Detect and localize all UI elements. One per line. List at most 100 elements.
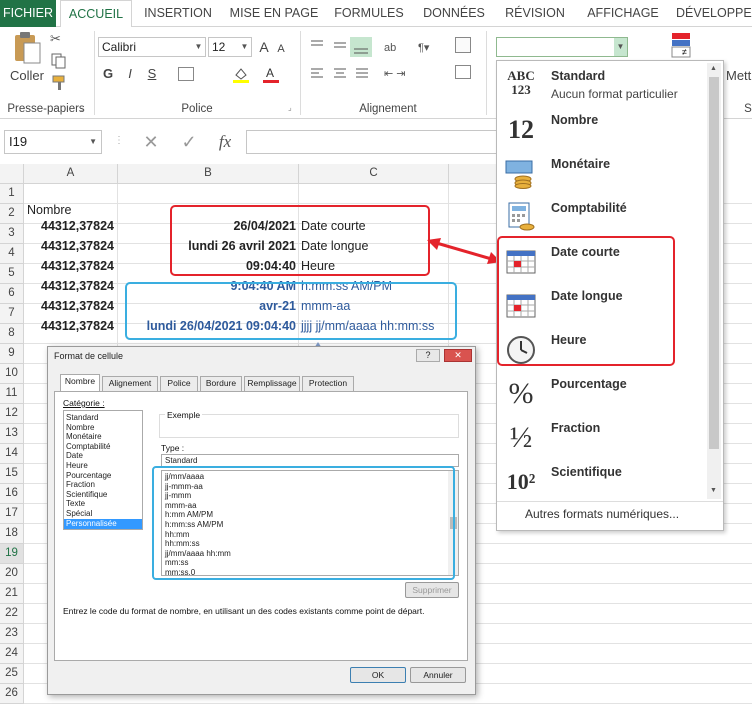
paste-icon[interactable] <box>12 31 42 65</box>
row-header-16[interactable]: 16 <box>0 484 24 504</box>
tab-affichage[interactable]: AFFICHAGE <box>582 0 664 27</box>
close-button[interactable]: ✕ <box>444 349 472 362</box>
row-header-1[interactable]: 1 <box>0 184 24 204</box>
insert-function-icon[interactable]: fx <box>212 130 238 154</box>
more-formats-link[interactable]: Autres formats numériques... <box>497 507 707 521</box>
column-header-b[interactable]: B <box>118 164 299 184</box>
category-item[interactable]: Nombre <box>66 423 94 433</box>
cell-a5[interactable]: 44312,37824 <box>24 256 114 276</box>
help-button[interactable]: ? <box>416 349 440 362</box>
row-header-25[interactable]: 25 <box>0 664 24 684</box>
dialog-tab-nombre[interactable]: Nombre <box>60 374 100 392</box>
row-header-12[interactable]: 12 <box>0 404 24 424</box>
copy-icon[interactable] <box>50 53 68 69</box>
category-item[interactable]: Comptabilité <box>66 442 110 452</box>
dialog-tab-remplissage[interactable]: Remplissage <box>244 376 300 391</box>
row-header-23[interactable]: 23 <box>0 624 24 644</box>
format-item-standard[interactable]: ABC 123 Standard Aucun format particulier <box>497 63 707 107</box>
row-header-24[interactable]: 24 <box>0 644 24 664</box>
font-name-combo[interactable]: Calibri ▼ <box>98 37 206 57</box>
row-header-9[interactable]: 9 <box>0 344 24 364</box>
paste-button[interactable]: Coller <box>6 67 48 85</box>
tab-developpeur[interactable]: DÉVELOPPEU <box>676 0 752 27</box>
row-header-14[interactable]: 14 <box>0 444 24 464</box>
select-all-corner[interactable] <box>0 164 24 184</box>
format-item-comptabilite[interactable]: Comptabilité <box>497 195 707 239</box>
row-header-21[interactable]: 21 <box>0 584 24 604</box>
dropdown-scrollbar[interactable]: ▲ ▼ <box>707 63 721 499</box>
category-item[interactable]: Monétaire <box>66 432 102 442</box>
font-color-icon[interactable]: A <box>262 65 280 83</box>
name-box[interactable]: I19 ▼ <box>4 130 102 154</box>
dialog-tab-protection[interactable]: Protection <box>302 376 354 391</box>
row-header-11[interactable]: 11 <box>0 384 24 404</box>
category-item-selected[interactable]: Personnalisée <box>64 518 142 529</box>
category-item[interactable]: Date <box>66 451 83 461</box>
cancel-formula-icon[interactable]: ✕ <box>140 130 162 154</box>
underline-button[interactable]: S <box>144 65 160 83</box>
tab-revision[interactable]: RÉVISION <box>500 0 570 27</box>
column-header-a[interactable]: A <box>24 164 118 184</box>
category-item[interactable]: Spécial <box>66 509 92 519</box>
conditional-format-icon[interactable]: ≠ <box>668 31 696 61</box>
formula-input[interactable] <box>246 130 500 154</box>
row-header-7[interactable]: 7 <box>0 304 24 324</box>
format-item-fraction[interactable]: ½ Fraction <box>497 415 707 459</box>
category-item[interactable]: Pourcentage <box>66 471 111 481</box>
category-item[interactable]: Scientifique <box>66 490 107 500</box>
cell-a6[interactable]: 44312,37824 <box>24 276 114 296</box>
row-header-3[interactable]: 3 <box>0 224 24 244</box>
format-item-monetaire[interactable]: Monétaire <box>497 151 707 195</box>
partial-button-label[interactable]: Mett <box>726 67 752 85</box>
cell-a4[interactable]: 44312,37824 <box>24 236 114 256</box>
delete-button[interactable]: Supprimer <box>405 582 459 598</box>
dialog-tab-alignement[interactable]: Alignement <box>102 376 158 391</box>
cut-icon[interactable]: ✂ <box>50 31 68 47</box>
ok-button[interactable]: OK <box>350 667 406 683</box>
tab-donnees[interactable]: DONNÉES <box>418 0 490 27</box>
dialog-tab-bordure[interactable]: Bordure <box>200 376 242 391</box>
column-header-d[interactable] <box>449 164 499 184</box>
merge-cells-icon[interactable] <box>455 65 471 79</box>
tab-mise-en-page[interactable]: MISE EN PAGE <box>226 0 322 27</box>
cell-a7[interactable]: 44312,37824 <box>24 296 114 316</box>
bold-button[interactable]: G <box>100 65 116 83</box>
shrink-font-button[interactable]: A <box>274 40 288 58</box>
column-header-c[interactable]: C <box>299 164 449 184</box>
row-header-4[interactable]: 4 <box>0 244 24 264</box>
tab-fichier[interactable]: FICHIER <box>0 0 56 27</box>
dialog-launcher-icon[interactable]: ⌟ <box>288 103 292 112</box>
row-header-20[interactable]: 20 <box>0 564 24 584</box>
tab-formules[interactable]: FORMULES <box>330 0 408 27</box>
row-header-18[interactable]: 18 <box>0 524 24 544</box>
number-format-combo[interactable]: ▼ <box>496 37 628 57</box>
cell-a8[interactable]: 44312,37824 <box>24 316 114 336</box>
format-item-pourcentage[interactable]: % Pourcentage <box>497 371 707 415</box>
fill-color-icon[interactable] <box>232 65 250 83</box>
scroll-down-icon[interactable]: ▼ <box>710 487 717 494</box>
row-header-15[interactable]: 15 <box>0 464 24 484</box>
format-item-nombre[interactable]: 12 Nombre <box>497 107 707 151</box>
category-item[interactable]: Texte <box>66 499 85 509</box>
row-header-2[interactable]: 2 <box>0 204 24 224</box>
scroll-up-icon[interactable]: ▲ <box>710 65 717 72</box>
italic-button[interactable]: I <box>122 65 138 83</box>
cancel-button[interactable]: Annuler <box>410 667 466 683</box>
cell-a3[interactable]: 44312,37824 <box>24 216 114 236</box>
row-header-6[interactable]: 6 <box>0 284 24 304</box>
category-item[interactable]: Heure <box>66 461 88 471</box>
scrollbar-thumb[interactable] <box>709 77 719 449</box>
row-header-22[interactable]: 22 <box>0 604 24 624</box>
border-icon[interactable] <box>178 67 194 81</box>
row-header-13[interactable]: 13 <box>0 424 24 444</box>
tab-insertion[interactable]: INSERTION <box>138 0 218 27</box>
row-header-5[interactable]: 5 <box>0 264 24 284</box>
dialog-tab-police[interactable]: Police <box>160 376 198 391</box>
row-header-26[interactable]: 26 <box>0 684 24 704</box>
font-size-combo[interactable]: 12 ▼ <box>208 37 252 57</box>
row-header-17[interactable]: 17 <box>0 504 24 524</box>
category-item[interactable]: Standard <box>66 413 98 423</box>
category-list[interactable]: Standard Nombre Monétaire Comptabilité D… <box>63 410 143 530</box>
tab-accueil[interactable]: ACCUEIL <box>60 0 132 28</box>
wrap-text-icon[interactable] <box>455 37 471 53</box>
